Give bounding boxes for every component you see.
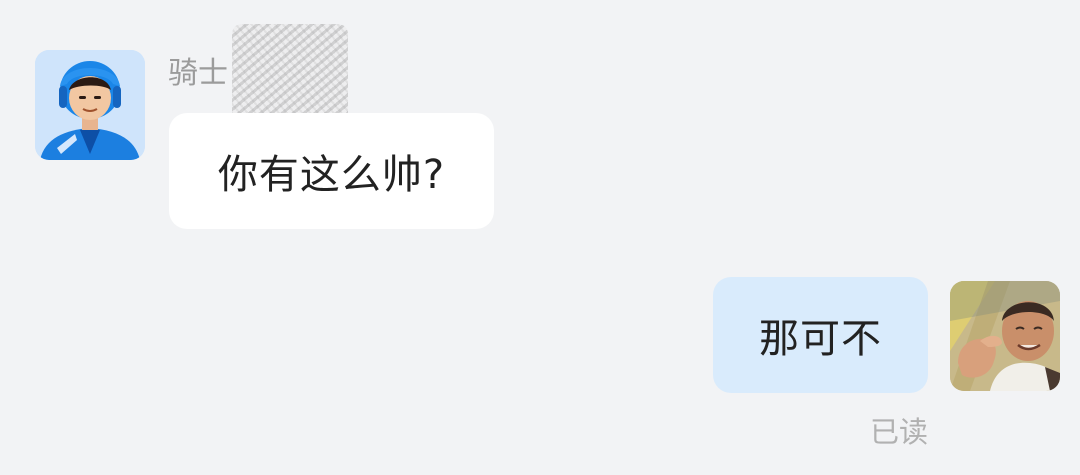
- redacted-name-smudge: [232, 24, 348, 124]
- read-receipt: 已读: [869, 415, 928, 449]
- rider-avatar[interactable]: [35, 50, 145, 160]
- outgoing-message-bubble[interactable]: 那可不: [713, 277, 928, 393]
- user-photo-icon: [950, 281, 1060, 391]
- rider-helmet-icon: [35, 50, 145, 160]
- incoming-message-bubble[interactable]: 你有这么帅?: [169, 113, 494, 229]
- sender-name: 骑士: [168, 56, 228, 91]
- user-avatar[interactable]: [950, 281, 1060, 391]
